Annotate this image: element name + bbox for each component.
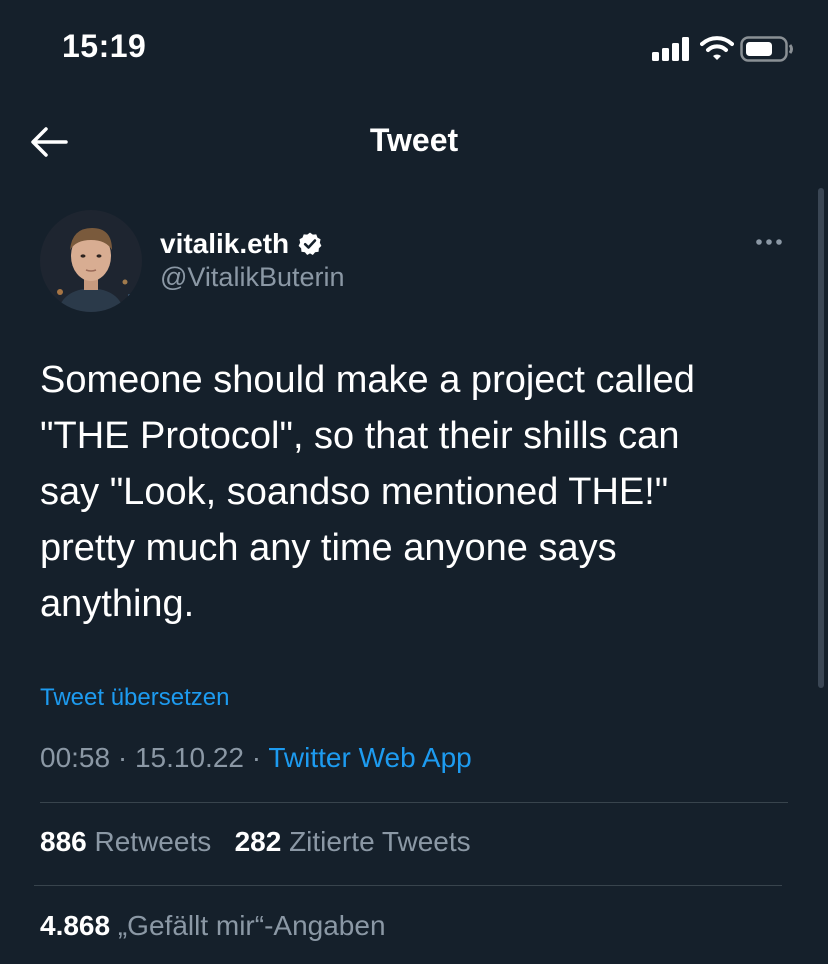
avatar[interactable]	[40, 210, 142, 312]
verified-badge-icon	[298, 232, 322, 255]
divider	[40, 802, 788, 803]
status-bar: 15:19	[0, 0, 828, 100]
likes-label: „Gefällt mir“-Angaben	[117, 910, 386, 941]
divider	[34, 885, 782, 886]
translate-tweet-link[interactable]: Tweet übersetzen	[40, 684, 229, 712]
quotes-count: 282	[234, 826, 282, 857]
wifi-icon	[700, 36, 734, 60]
more-options-icon[interactable]	[750, 230, 790, 254]
author-name-row: vitalik.eth	[160, 224, 323, 264]
display-name[interactable]: vitalik.eth	[160, 228, 289, 260]
retweets-count: 886	[40, 826, 87, 857]
user-handle[interactable]: @VitalikButerin	[160, 262, 345, 293]
tweet-time: 00:58	[40, 742, 111, 773]
likes-count: 4.868	[40, 910, 111, 941]
tweet-source-link[interactable]: Twitter Web App	[268, 742, 471, 773]
meta-separator: ·	[117, 742, 128, 773]
retweet-stats-row: 886 Retweets 282 Zitierte Tweets	[40, 826, 471, 858]
battery-icon	[740, 36, 793, 62]
likes-stats-row: 4.868 „Gefällt mir“-Angaben	[40, 910, 386, 942]
quote-tweets-stat[interactable]: 282 Zitierte Tweets	[235, 826, 471, 857]
retweets-label: Retweets	[94, 826, 212, 857]
quotes-label: Zitierte Tweets	[289, 826, 471, 857]
tweet-date: 15.10.22	[134, 742, 244, 773]
status-time: 15:19	[62, 28, 147, 64]
tweet-text: Someone should make a project called "TH…	[40, 359, 695, 625]
likes-stat[interactable]: 4.868 „Gefällt mir“-Angaben	[40, 910, 386, 941]
meta-separator: ·	[251, 742, 262, 773]
page-title: Tweet	[369, 122, 459, 158]
retweets-stat[interactable]: 886 Retweets	[40, 826, 219, 857]
tweet-metadata: 00:58 · 15.10.22 · Twitter Web App	[40, 742, 472, 774]
nav-bar: Tweet	[0, 100, 828, 184]
scrollbar[interactable]	[818, 188, 824, 688]
signal-icon	[652, 37, 689, 61]
